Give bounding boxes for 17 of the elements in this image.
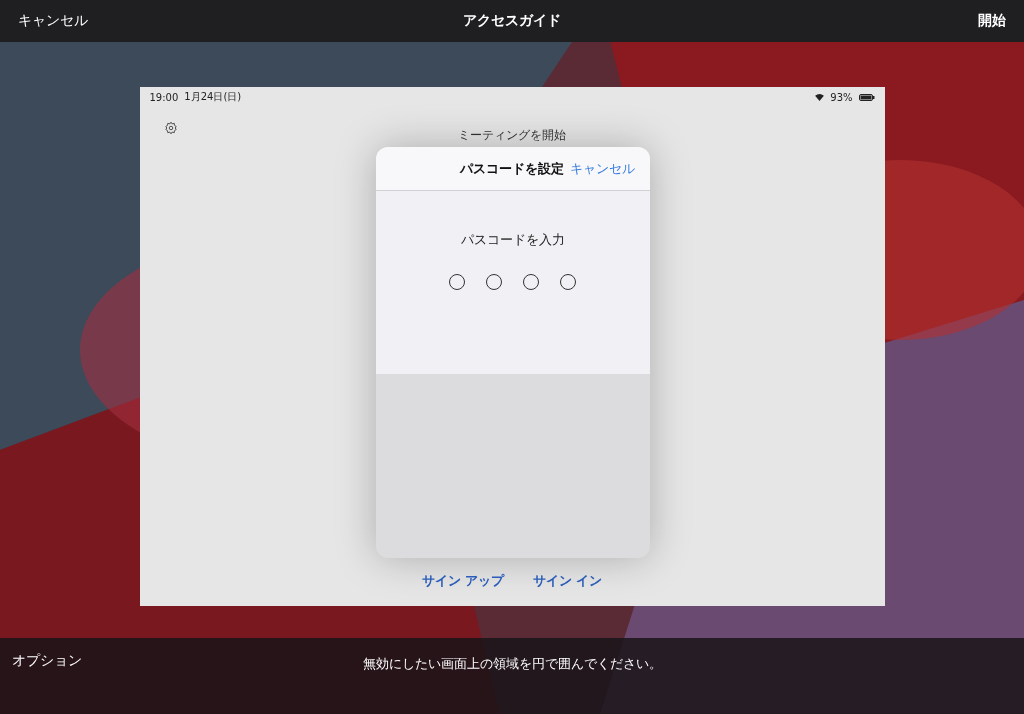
link[interactable]: サイン アップ — [421, 572, 505, 590]
link[interactable]: サイン イン — [532, 572, 603, 590]
sheet-cancel-button[interactable]: キャンセル — [569, 159, 635, 178]
passcode-prompt: パスコードを入力 — [460, 231, 565, 249]
options-button[interactable]: オプション — [12, 652, 82, 670]
settings-icon[interactable] — [163, 121, 178, 135]
sheet-title: パスコードを設定 — [459, 159, 564, 178]
start-button[interactable]: 開始 — [978, 12, 1006, 30]
heading: ミーティングを開始 — [458, 127, 566, 144]
hint-text: 無効にしたい画面上の領域を円で囲んでください。 — [362, 655, 662, 673]
cancel-button[interactable]: キャンセル — [18, 12, 88, 30]
wifi-icon — [815, 93, 825, 101]
status-time: 19:00 — [149, 91, 179, 103]
status-date: 1月24日(日) — [184, 90, 242, 104]
battery-percent: 93% — [830, 91, 853, 103]
battery-icon — [858, 93, 875, 101]
window-title: アクセスガイド — [463, 12, 561, 30]
